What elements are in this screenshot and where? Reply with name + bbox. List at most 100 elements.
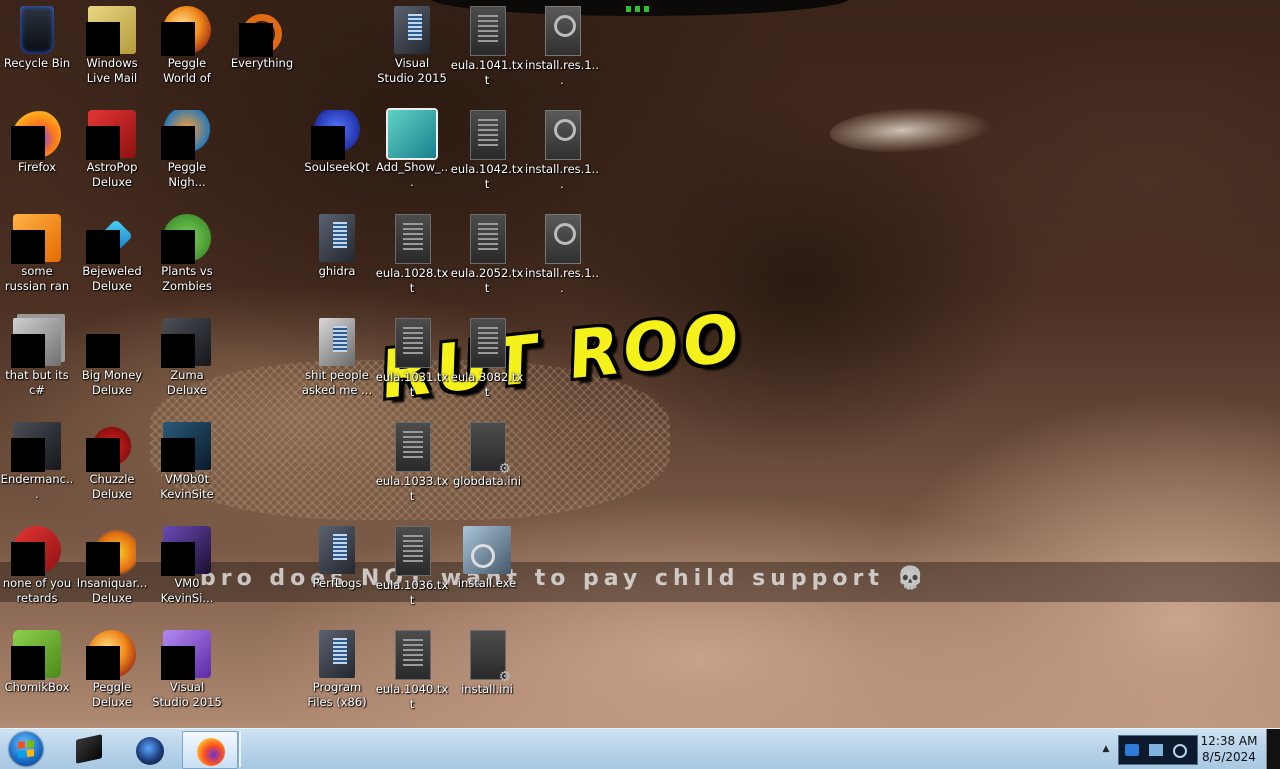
censor-block	[161, 646, 195, 680]
desktop-icon-label: Everything	[230, 56, 294, 70]
text-file-icon	[470, 110, 506, 160]
gem-icon	[86, 214, 136, 264]
desktop-icon-astropop[interactable]: AstroPop Deluxe	[75, 104, 149, 200]
taskbar-item-command-prompt[interactable]	[62, 731, 116, 767]
desktop-icon-perflogs[interactable]: PerfLogs	[300, 520, 374, 616]
show-desktop-button[interactable]	[1266, 729, 1280, 769]
desktop-icon-shit-people-asked[interactable]: shit people asked me ...	[300, 312, 374, 408]
desktop-icon-label: Firefox	[17, 160, 57, 174]
desktop-icon-eula-3082[interactable]: eula.3082.txt	[450, 312, 524, 408]
desktop-icon-recycle-bin[interactable]: Recycle Bin	[0, 0, 74, 96]
mail-icon	[86, 6, 136, 56]
desktop-icon-eula-1033[interactable]: eula.1033.txt	[375, 416, 449, 512]
registry-file-icon	[388, 110, 436, 158]
desktop-icon-peggle-deluxe[interactable]: Peggle Deluxe	[75, 624, 149, 720]
desktop-icon-soulseekqt[interactable]: SoulseekQt	[300, 104, 374, 200]
desktop-icon-label: VM0b0t KevinSite	[160, 472, 214, 501]
start-button[interactable]	[6, 729, 48, 769]
window-icon	[161, 318, 211, 368]
firefox-icon	[11, 110, 61, 160]
desktop-icon-label: eula.1040.txt	[375, 682, 449, 711]
taskbar-item-firefox[interactable]	[182, 731, 238, 769]
desktop-icon-some-russian[interactable]: some russian ran a rat	[0, 208, 74, 304]
censor-block	[86, 334, 120, 368]
folder-icon	[319, 214, 355, 262]
censor-block	[11, 334, 45, 368]
desktop-icon-install-res-3[interactable]: install.res.1...	[525, 208, 599, 304]
clock-time: 12:38 AM	[1200, 734, 1258, 748]
desktop-icon-big-money[interactable]: Big Money Deluxe	[75, 312, 149, 408]
desktop-icon-everything[interactable]: Everything	[225, 0, 299, 96]
desktop-icon-insaniquarium[interactable]: Insaniquar... Deluxe	[75, 520, 149, 616]
text-file-icon	[395, 214, 431, 264]
network-icon[interactable]	[1149, 744, 1163, 756]
desktop-icon-label: that but its c#	[5, 368, 69, 397]
desktop-icon-none-of-you[interactable]: none of you retards kno...	[0, 520, 74, 616]
desktop-icon-label: Visual Studio 2015	[152, 680, 222, 709]
desktop-icon-eula-1041[interactable]: eula.1041.txt	[450, 0, 524, 96]
desktop-icon-eula-1036[interactable]: eula.1036.txt	[375, 520, 449, 616]
desktop-icon-visual-studio-folder[interactable]: Visual Studio 2015	[375, 0, 449, 96]
folder-icon	[319, 630, 355, 678]
ghidra-icon	[136, 737, 164, 765]
desktop-icon-endermanc[interactable]: Endermanc...	[0, 416, 74, 512]
text-file-icon	[395, 422, 431, 472]
desktop-icon-label: eula.1041.txt	[450, 58, 524, 87]
desktop-icon-install-ini[interactable]: install.ini	[450, 624, 524, 720]
desktop-icon-eula-1028[interactable]: eula.1028.txt	[375, 208, 449, 304]
desktop-icon-peggle-nights[interactable]: Peggle Nigh...	[150, 104, 224, 200]
censor-block	[161, 230, 195, 264]
censor-block	[86, 646, 120, 680]
system-clock[interactable]: 12:38 AM 8/5/2024	[1198, 733, 1260, 767]
desktop-icon-label: install.res.1...	[525, 266, 599, 295]
desktop-icon-vm0-kevinsite[interactable]: VM0 KevinSi...	[150, 520, 224, 616]
desktop-icon-eula-1031[interactable]: eula.1031.txt	[375, 312, 449, 408]
desktop-icon-install-exe[interactable]: install.exe	[450, 520, 524, 616]
windows-flag-icon	[18, 740, 34, 758]
desktop-icon-bejeweled[interactable]: Bejeweled Deluxe	[75, 208, 149, 304]
text-file-icon	[470, 318, 506, 368]
censor-block	[86, 126, 120, 160]
desktop-icon-globdata-ini[interactable]: globdata.ini	[450, 416, 524, 512]
desktop-icon-label: install.ini	[461, 682, 513, 696]
folder-icon	[319, 526, 355, 574]
desktop-icon-label: Add_Show_...	[375, 160, 449, 189]
desktop-icon-that-but-its-csharp[interactable]: that but its c#	[0, 312, 74, 408]
desktop-icon-program-files-x86[interactable]: Program Files (x86)	[300, 624, 374, 720]
desktop-icon-plants-vs-zombies[interactable]: Plants vs Zombies	[150, 208, 224, 304]
desktop-icon-label: Bejeweled Deluxe	[82, 264, 142, 293]
installer-icon	[463, 526, 511, 574]
censor-block	[86, 22, 120, 56]
desktop-icon-eula-1042[interactable]: eula.1042.txt	[450, 104, 524, 200]
desktop-icon-install-res-1[interactable]: install.res.1...	[525, 0, 599, 96]
desktop-icon-install-res-2[interactable]: install.res.1...	[525, 104, 599, 200]
desktop-icon-windows-live-mail[interactable]: Windows Live Mail	[75, 0, 149, 96]
shield-icon[interactable]	[1125, 744, 1139, 756]
desktop-icon-visual-studio-shortcut[interactable]: Visual Studio 2015	[150, 624, 224, 720]
desktop-icon-ghidra[interactable]: ghidra	[300, 208, 374, 304]
taskbar-item-ghidra[interactable]	[122, 731, 176, 767]
soulseek-icon	[311, 110, 361, 160]
censor-block	[161, 542, 195, 576]
desktop-icon-firefox[interactable]: Firefox	[0, 104, 74, 200]
chevron-up-icon[interactable]: ▲	[1100, 741, 1112, 757]
vm-icon	[161, 526, 211, 576]
desktop-icon-eula-2052[interactable]: eula.2052.txt	[450, 208, 524, 304]
desktop-icon-label: Windows Live Mail	[86, 56, 138, 85]
desktop-icon-add-show[interactable]: Add_Show_...	[375, 104, 449, 200]
desktop-icon-vm0b0t[interactable]: VM0b0t KevinSite	[150, 416, 224, 512]
desktop-icon-label: eula.3082.txt	[450, 370, 524, 399]
text-file-icon	[470, 214, 506, 264]
desktop-icon-eula-1040[interactable]: eula.1040.txt	[375, 624, 449, 720]
peggle-icon	[161, 110, 211, 160]
desktop-icon-label: eula.2052.txt	[450, 266, 524, 295]
censor-block	[11, 126, 45, 160]
desktop-icon-peggle-wow[interactable]: Peggle World of Warcraft ...	[150, 0, 224, 96]
volume-icon[interactable]	[1173, 744, 1187, 758]
desktop-icon-label: install.res.1...	[525, 58, 599, 87]
desktop-icon-chuzzle[interactable]: Chuzzle Deluxe	[75, 416, 149, 512]
desktop-icon-zuma[interactable]: Zuma Deluxe	[150, 312, 224, 408]
ini-file-icon	[470, 630, 511, 685]
desktop-icon-chomikbox[interactable]: ChomikBox	[0, 624, 74, 720]
chomikbox-icon	[11, 630, 61, 680]
